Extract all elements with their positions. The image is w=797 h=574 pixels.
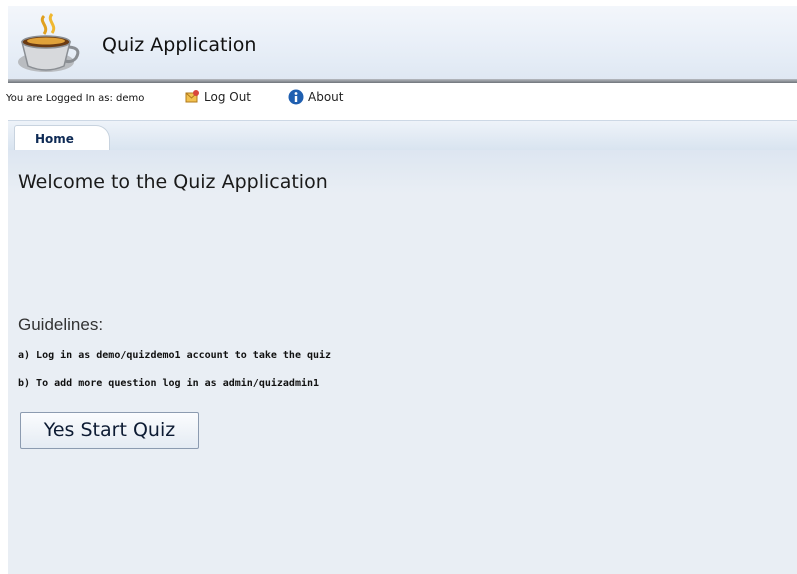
- tab-strip: Home: [8, 120, 797, 151]
- about-label: About: [308, 90, 344, 104]
- coffee-cup-icon: [18, 13, 80, 72]
- main-content: Home Welcome to the Quiz Application Gui…: [8, 120, 797, 574]
- start-quiz-label: Yes Start Quiz: [43, 418, 176, 441]
- user-bar: You are Logged In as: demo Log Out About: [0, 85, 797, 111]
- welcome-heading: Welcome to the Quiz Application: [18, 171, 328, 193]
- guidelines-title: Guidelines:: [18, 315, 104, 334]
- app-header: Quiz Application: [8, 6, 797, 80]
- guideline-item: a) Log in as demo/quizdemo1 account to t…: [18, 350, 332, 361]
- tab-home[interactable]: Home: [14, 125, 110, 151]
- logout-link[interactable]: Log Out: [184, 89, 251, 105]
- logged-in-status: You are Logged In as: demo: [6, 93, 145, 104]
- header-divider: [8, 79, 797, 83]
- app-title: Quiz Application: [102, 34, 257, 56]
- about-link[interactable]: About: [288, 89, 343, 105]
- logout-icon: [185, 90, 199, 103]
- start-quiz-button[interactable]: Yes Start Quiz: [20, 412, 199, 449]
- guideline-item: b) To add more question log in as admin/…: [18, 378, 320, 389]
- info-icon: [288, 89, 304, 105]
- logout-label: Log Out: [204, 90, 252, 104]
